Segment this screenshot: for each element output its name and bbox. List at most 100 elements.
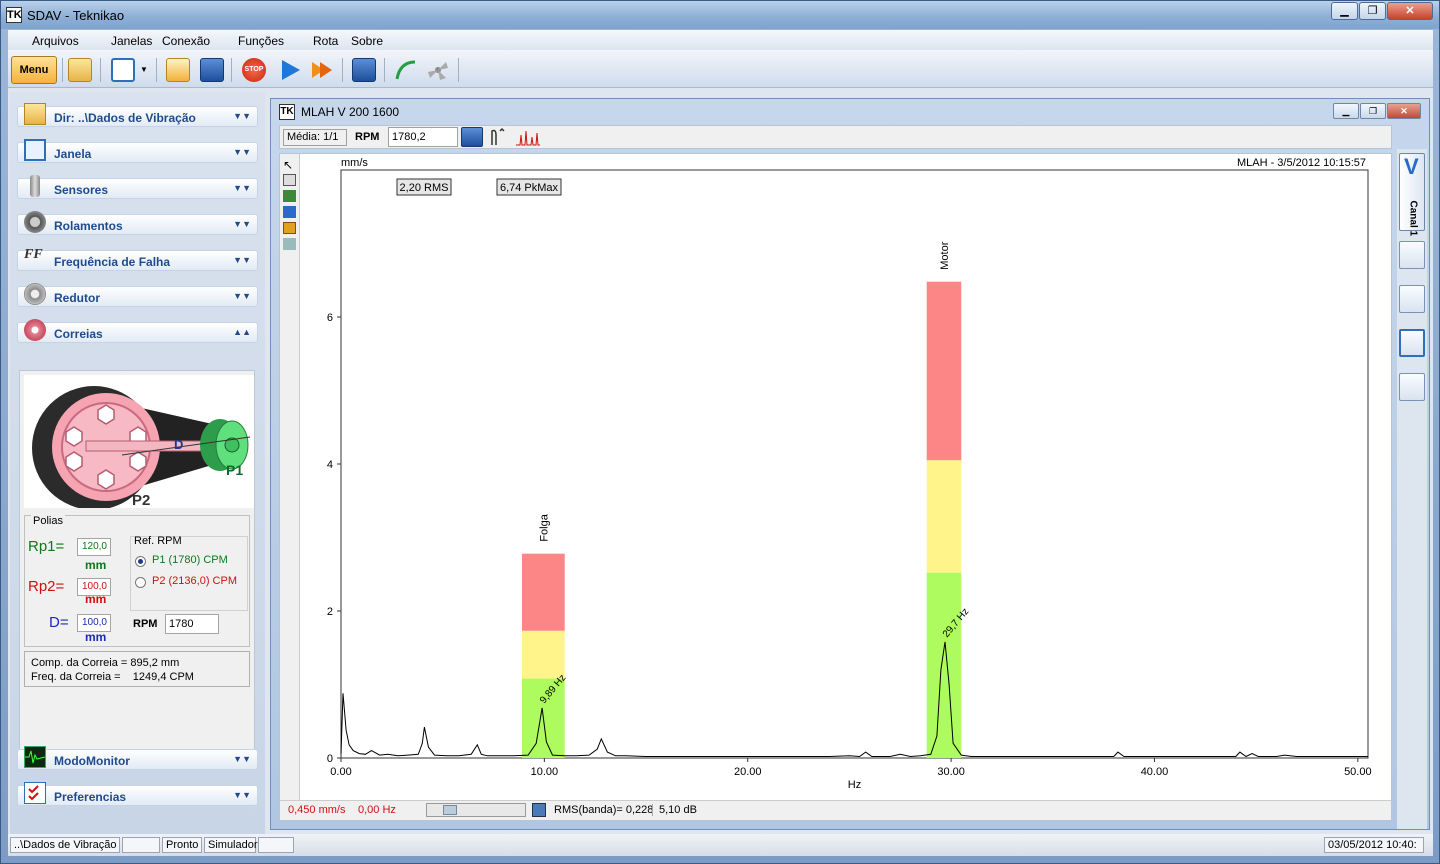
child-rpm-label: RPM [355,131,380,143]
chevron-down-icon: ▼▼ [233,183,251,193]
child-rpm-input[interactable]: 1780,2 [388,127,458,147]
p1-label: P1 [226,462,243,478]
export-icon[interactable] [283,238,296,250]
sidebar-item-redutor[interactable]: Redutor ▼▼ [17,283,258,307]
save-data-icon[interactable] [352,58,376,82]
toolbar-separator [384,58,385,82]
sidebar-item-frequencia[interactable]: FF Frequência de Falha ▼▼ [17,247,258,271]
rpm-input[interactable]: 1780 [165,614,219,634]
sidebar-item-rolamentos[interactable]: Rolamentos ▼▼ [17,211,258,235]
bearing-icon [24,211,46,233]
layout-window-icon[interactable] [111,58,135,82]
menu-funcoes[interactable]: Funções [238,34,284,48]
toolbar-separator [458,58,459,82]
status-mode: Simulador [204,837,258,853]
open-file-icon[interactable] [166,58,190,82]
spectrum-icon[interactable] [516,127,540,147]
belt-info: Comp. da Correia = 895,2 mm Freq. da Cor… [24,651,250,687]
app-client: Arquivos Janelas Conexão Funções Rota So… [8,30,1433,856]
channel-label: Canal 1 [1407,200,1419,237]
title-bar: TK SDAV - Teknikao ▁ ❐ ✕ [1,1,1439,29]
ref-rpm-title: Ref. RPM [134,535,182,547]
chevron-down-icon: ▼▼ [233,111,251,121]
band-icon[interactable] [283,222,296,234]
channel-tab[interactable]: V Canal 1 [1399,153,1425,237]
menu-arquivos[interactable]: Arquivos [32,34,79,48]
stop-icon[interactable]: STOP [242,58,266,82]
step-forward-icon[interactable] [310,58,334,82]
sidebar-item-janela[interactable]: Janela ▼▼ [17,139,258,163]
child-maximize-button[interactable]: ❐ [1360,103,1386,119]
scroll-up-icon[interactable] [283,190,296,202]
scroll-down-icon[interactable] [283,206,296,218]
y-tick-label: 2 [327,606,333,618]
menu-conexao[interactable]: Conexão [162,34,210,48]
fan-icon[interactable] [426,58,450,82]
toolbar-separator [342,58,343,82]
y-tick-label: 0 [327,753,333,765]
x-tick-label: 50.00 [1344,766,1372,778]
menu-sobre[interactable]: Sobre [351,34,383,48]
connection-icon[interactable] [394,58,418,82]
menu-button[interactable]: Menu [11,56,57,84]
band-rms-icon[interactable] [532,803,546,817]
peak-view-icon[interactable] [1399,329,1425,357]
status-empty [122,837,160,853]
chevron-down-icon: ▼▼ [233,147,251,157]
cursor-amplitude: 0,450 mm/s [288,804,346,816]
child-close-button[interactable]: ✕ [1387,103,1421,119]
belt-diagram: D P1 P2 [24,375,254,510]
scrollbar-thumb[interactable] [443,805,457,815]
rms-value: 2,20 RMS [400,182,449,194]
maximize-button[interactable]: ❐ [1359,2,1386,20]
spectrum-window: TK MLAH V 200 1600 ▁ ❐ ✕ Média: 1/1 RPM … [270,98,1430,830]
save-spectrum-icon[interactable] [461,127,483,147]
chevron-down-icon: ▼▼ [233,754,251,764]
cursor-arrow-icon[interactable]: ↖ [283,158,293,172]
x-tick-label: 10.00 [531,766,559,778]
ref-rpm-group: Ref. RPM P1 (1780) CPM P2 (2136,0) CPM [130,535,248,611]
ref-p2-radio[interactable] [135,577,146,588]
menu-rota[interactable]: Rota [313,34,338,48]
document-icon[interactable] [1399,285,1425,313]
ref-p1-radio[interactable] [135,556,146,567]
waveform-icon[interactable] [488,127,508,147]
menu-janelas[interactable]: Janelas [111,34,152,48]
main-toolbar: Menu ▼ STOP [8,50,1433,88]
chevron-down-icon: ▼▼ [233,790,251,800]
sidebar-item-modomonitor[interactable]: ModoMonitor ▼▼ [17,746,258,770]
sound-icon[interactable] [1399,241,1425,269]
right-tabs: V Canal 1 [1397,149,1427,829]
sidebar-item-sensores[interactable]: Sensores ▼▼ [17,175,258,199]
spectrum-chart[interactable]: mm/s MLAH - 3/5/2012 10:15:57 Folga Motor 0.… [301,154,1390,799]
spectrum-toolbar: Média: 1/1 RPM 1780,2 [279,125,1392,149]
spectrum-view-icon[interactable] [1399,373,1425,401]
zoom-box-icon[interactable] [283,174,296,186]
sidebar-item-correias[interactable]: Correias ▲▲ [17,319,258,343]
child-minimize-button[interactable]: ▁ [1333,103,1359,119]
open-folder-icon[interactable] [68,58,92,82]
layout-dropdown-icon[interactable]: ▼ [140,58,150,82]
belt-length: Comp. da Correia = 895,2 mm [31,657,180,669]
chevron-down-icon: ▼▼ [233,255,251,265]
toolbar-separator [62,58,63,82]
plot-scrollbar[interactable] [426,803,526,817]
close-button[interactable]: ✕ [1387,2,1433,20]
alarm-band-yellow [926,460,962,573]
status-empty [258,837,294,853]
rp1-input[interactable]: 120,0 [77,538,111,556]
alarm-band-green [926,572,962,758]
toolbar-separator [100,58,101,82]
x-tick-label: 30.00 [937,766,965,778]
alarm-band-red [521,553,565,631]
menu-bar: Arquivos Janelas Conexão Funções Rota So… [8,30,1433,50]
app-icon: TK [6,7,22,23]
minimize-button[interactable]: ▁ [1331,2,1358,20]
y-tick-label: 6 [327,312,333,324]
sidebar-item-dir[interactable]: Dir: ..\Dados de Vibração ▼▼ [17,103,258,127]
chevron-down-icon: ▼▼ [233,291,251,301]
play-icon[interactable] [278,58,302,82]
save-icon[interactable] [200,58,224,82]
header-right: MLAH - 3/5/2012 10:15:57 [1237,157,1366,169]
sidebar-item-preferencias[interactable]: Preferencias ▼▼ [17,782,258,806]
